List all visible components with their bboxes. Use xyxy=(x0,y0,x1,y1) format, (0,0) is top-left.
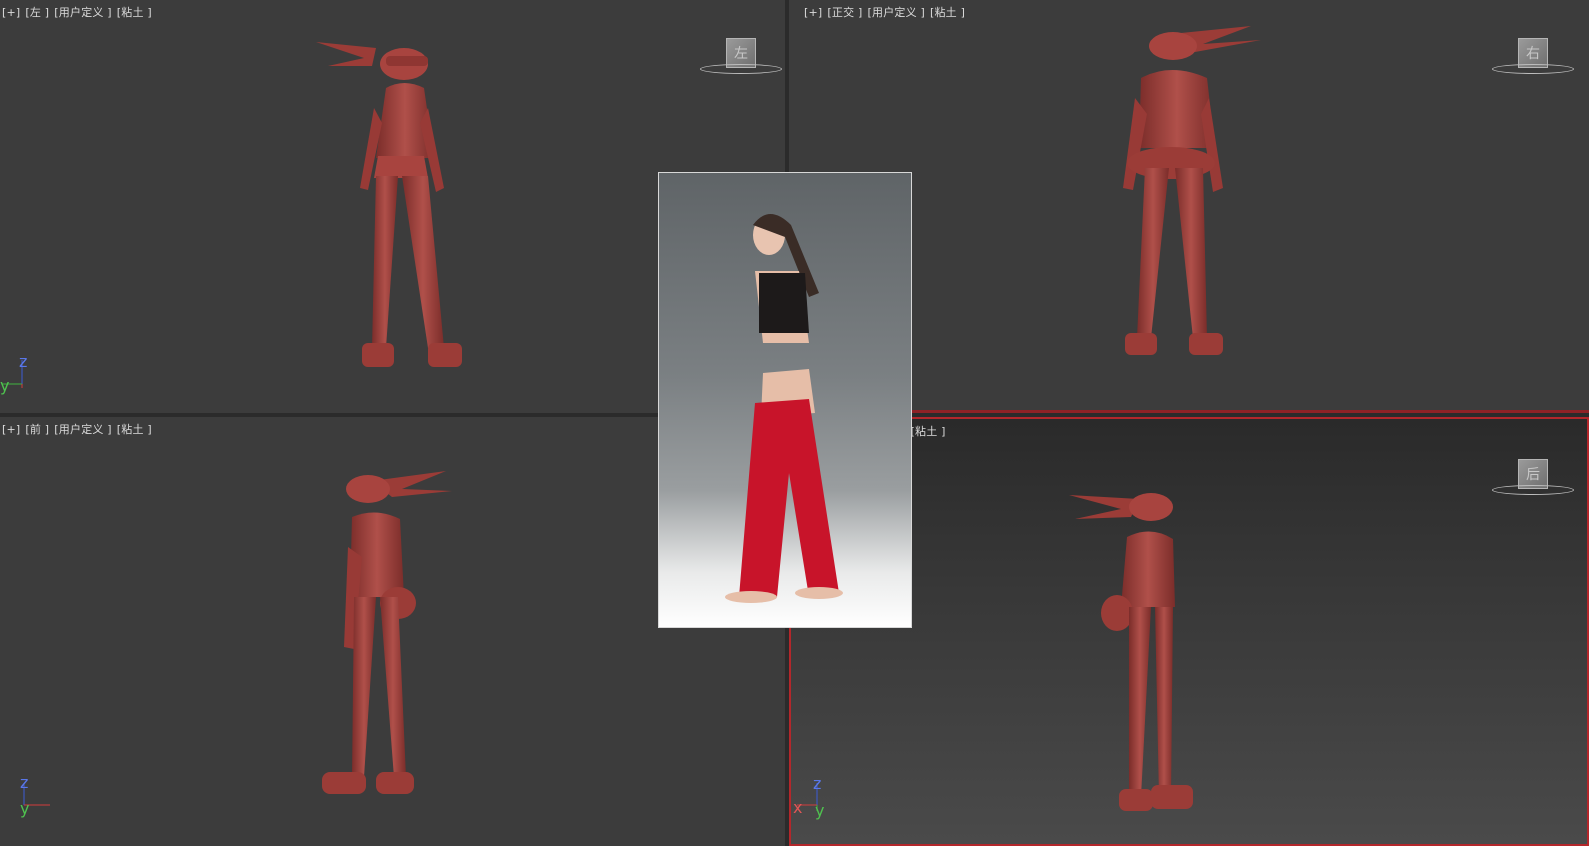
viewport-view-label[interactable]: [前 ] xyxy=(25,423,49,436)
clay-character-model-profile xyxy=(1069,493,1193,811)
clay-character-model-side xyxy=(322,471,452,794)
viewport-camera-label[interactable]: [用户定义 ] xyxy=(54,423,111,436)
viewport-menu-plus[interactable]: [+] xyxy=(804,6,822,19)
viewport-menu-plus[interactable]: [+] xyxy=(2,6,20,19)
axis-y-label: y xyxy=(0,376,10,395)
clay-character-model xyxy=(316,42,462,367)
viewport-label-bar: [+] [正交 ] [用户定义 ] [粘土 ] xyxy=(804,4,970,20)
axis-y-label: y xyxy=(815,801,825,820)
viewcube-icon[interactable]: 右 xyxy=(1492,34,1574,80)
viewport-label-bar: [+] [左 ] [用户定义 ] [粘土 ] xyxy=(2,4,157,20)
clay-character-model-back xyxy=(1123,26,1261,355)
axis-y-label: y xyxy=(20,799,30,818)
viewport-label-bar: [+] [前 ] [用户定义 ] [粘土 ] xyxy=(2,421,157,437)
viewcube-ring[interactable] xyxy=(700,64,782,74)
reference-person-image xyxy=(725,214,843,603)
viewport-camera-label[interactable]: [用户定义 ] xyxy=(54,6,111,19)
viewport-shading-label[interactable]: [粘土 ] xyxy=(117,423,152,436)
viewcube-icon[interactable]: 左 xyxy=(700,34,782,80)
viewcube-ring[interactable] xyxy=(1492,64,1574,74)
viewcube-icon[interactable]: 后 xyxy=(1492,455,1574,501)
viewcube-ring[interactable] xyxy=(1492,485,1574,495)
viewport-view-label[interactable]: [正交 ] xyxy=(827,6,862,19)
viewport-menu-plus[interactable]: [+] xyxy=(2,423,20,436)
viewport-view-label[interactable]: [左 ] xyxy=(25,6,49,19)
viewport-shading-label[interactable]: [粘土 ] xyxy=(930,6,965,19)
viewport-camera-label[interactable]: [用户定义 ] xyxy=(868,6,925,19)
reference-photo[interactable] xyxy=(658,172,912,628)
viewport-shading-label[interactable]: [粘土 ] xyxy=(117,6,152,19)
viewport-shading-label[interactable]: [粘土 ] xyxy=(911,425,946,438)
